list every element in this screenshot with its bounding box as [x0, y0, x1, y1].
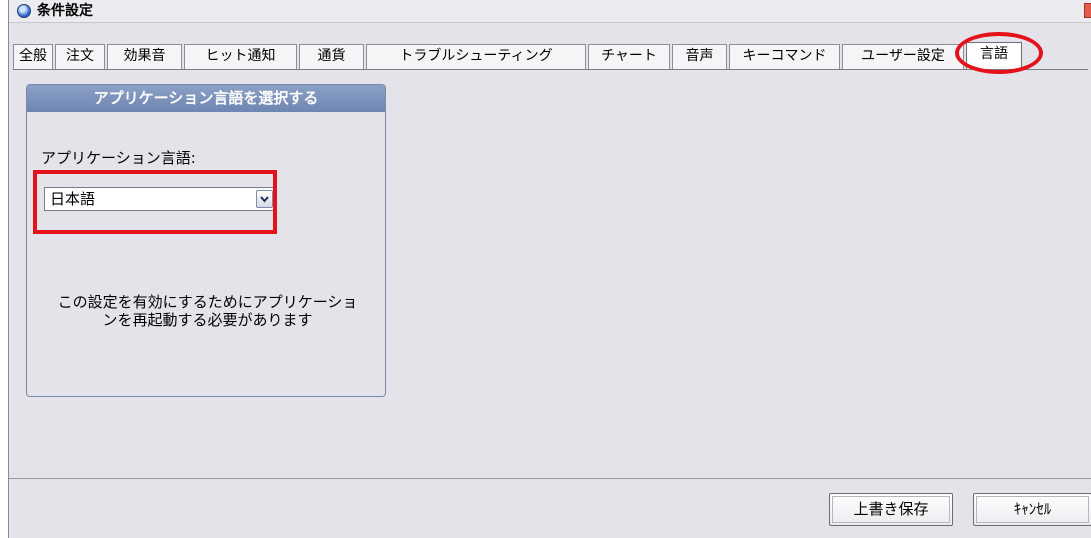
restart-note-line-1: この設定を有効にするためにアプリケーショ — [57, 293, 358, 311]
tab-strip-divider — [13, 69, 1088, 70]
restart-note-line-2: ンを再起動する必要があります — [102, 311, 313, 329]
save-button[interactable]: 上書き保存 — [829, 493, 953, 526]
cancel-button-label: ｷｬﾝｾﾙ — [1013, 500, 1052, 518]
tab-chart[interactable]: チャート — [588, 44, 670, 69]
footer-divider — [9, 478, 1091, 479]
language-select-highlight-box — [33, 170, 277, 234]
restart-required-note: この設定を有効にするためにアプリケーショ ンを再起動する必要があります — [35, 293, 380, 329]
settings-window: 条件設定 全般 注文 効果音 ヒット通知 通貨 トラブルシューティング チャート… — [8, 0, 1091, 538]
tab-troubleshooting[interactable]: トラブルシューティング — [366, 44, 586, 69]
save-button-label: 上書き保存 — [853, 500, 929, 518]
app-globe-icon — [17, 4, 31, 18]
panel-header: アプリケーション言語を選択する — [27, 85, 385, 112]
tab-hit-notification[interactable]: ヒット通知 — [184, 44, 297, 69]
tab-orders[interactable]: 注文 — [55, 44, 105, 69]
close-icon[interactable] — [1084, 3, 1091, 18]
window-title: 条件設定 — [37, 3, 93, 19]
language-panel: アプリケーション言語を選択する アプリケーション言語: 日本語 この設定を有効に… — [26, 84, 386, 397]
cancel-button[interactable]: ｷｬﾝｾﾙ — [973, 493, 1091, 526]
tab-voice[interactable]: 音声 — [672, 44, 727, 69]
tab-sound-effects[interactable]: 効果音 — [107, 44, 182, 69]
language-tab-highlight-ellipse — [955, 32, 1043, 74]
tab-general[interactable]: 全般 — [13, 44, 53, 69]
tab-user-settings[interactable]: ユーザー設定 — [842, 44, 964, 69]
tab-currency[interactable]: 通貨 — [299, 44, 364, 69]
title-bar: 条件設定 — [9, 0, 1091, 23]
tab-key-commands[interactable]: キーコマンド — [729, 44, 840, 69]
application-language-label: アプリケーション言語: — [41, 149, 196, 167]
